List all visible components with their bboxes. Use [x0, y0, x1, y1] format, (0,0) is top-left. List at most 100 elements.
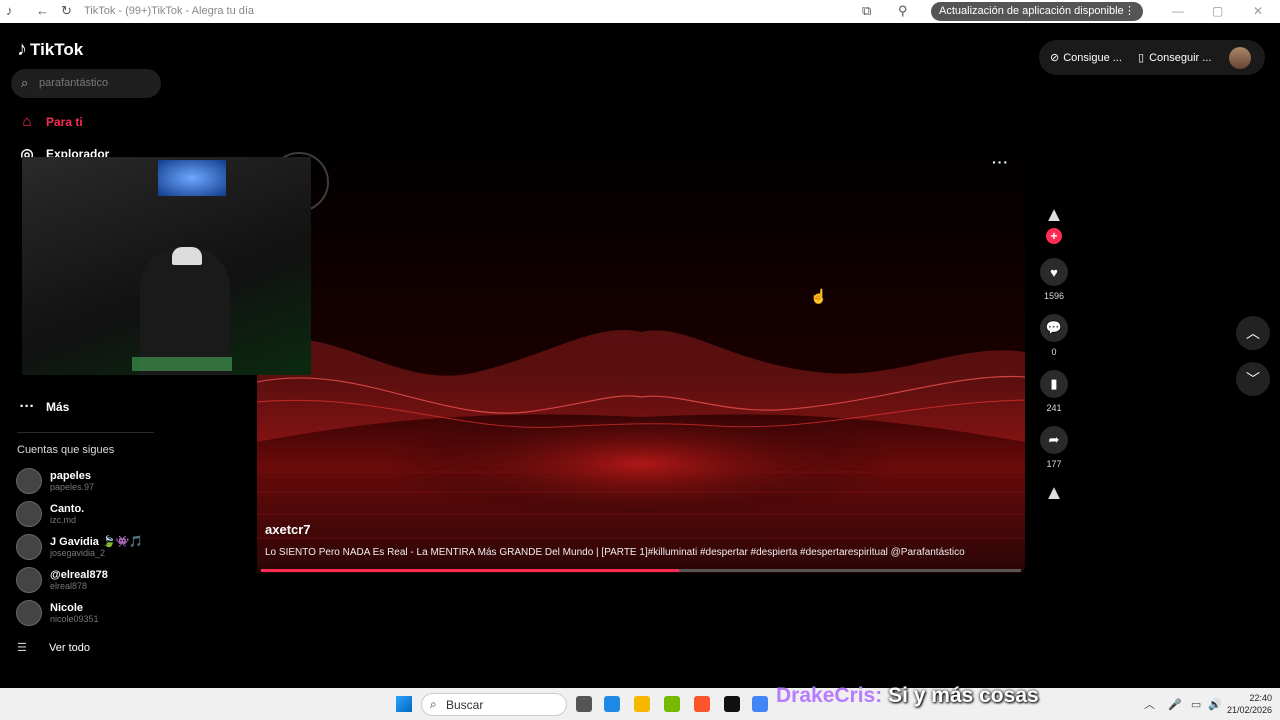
search-icon: ⌕ — [21, 75, 29, 90]
divider — [17, 432, 154, 433]
account-handle: elreal878 — [50, 580, 88, 591]
comment-icon[interactable]: 💬 — [1040, 314, 1068, 342]
hand-cursor-icon: ☝ — [810, 288, 828, 304]
get-coins-label: Consigue ... — [1063, 51, 1122, 64]
search-icon: ⌕ — [430, 697, 437, 711]
tiktok-note-icon: ♪ — [17, 38, 27, 60]
video-player[interactable]: ··· axetcr7 Lo SIENTO Pero NADA Es Real … — [257, 142, 1025, 573]
sound-disc-icon[interactable]: ▲ — [1041, 482, 1067, 505]
minimize-icon[interactable]: — — [1172, 4, 1184, 18]
brave-icon[interactable] — [694, 696, 710, 712]
bookmark-icon[interactable]: ▮ — [1040, 370, 1068, 398]
account-name: @elreal878 — [50, 568, 108, 581]
followed-account[interactable]: @elreal878 elreal878 — [16, 567, 108, 593]
tiktok-logo[interactable]: ♪ TikTok — [17, 38, 83, 61]
account-name: Nicole — [50, 601, 84, 614]
home-icon: ⌂ — [22, 113, 32, 130]
share-count: 177 — [1046, 459, 1062, 469]
webcam-overlay — [22, 157, 311, 375]
progress-fill — [261, 569, 679, 572]
nav-label: Para ti — [46, 114, 83, 129]
search-input[interactable]: ⌕ parafantástico — [11, 69, 161, 98]
window-titlebar: ♪ ← ↻ TikTok - (99+)TikTok - Alegra tu d… — [0, 0, 1280, 23]
phone-icon: ▯ — [1138, 52, 1145, 64]
get-app-button[interactable]: ▯ Conseguir ... — [1138, 51, 1212, 65]
menu-dots-icon: ⋮ — [1124, 5, 1135, 17]
system-tray[interactable]: ︿ 🎤 ▭ 🔊 — [1144, 696, 1222, 712]
video-author[interactable]: axetcr7 — [265, 522, 311, 537]
update-available-button[interactable]: Actualización de aplicación disponible ⋮ — [931, 2, 1143, 21]
followed-account[interactable]: Canto. izc.md — [16, 501, 84, 527]
account-handle: josegavidia_2 — [50, 547, 106, 558]
followed-account[interactable]: papeles papeles.97 — [16, 468, 94, 494]
update-label: Actualización de aplicación disponible — [939, 5, 1124, 17]
keyboard-in-cam — [132, 357, 232, 371]
reload-icon[interactable]: ↻ — [61, 3, 72, 19]
list-icon: ☰ — [17, 642, 27, 654]
more-options-icon[interactable]: ··· — [992, 154, 1009, 170]
store-icon[interactable] — [604, 696, 620, 712]
close-icon[interactable]: ✕ — [1253, 4, 1263, 18]
nav-label: Más — [46, 399, 70, 414]
taskbar-search-label: Buscar — [446, 698, 484, 712]
save-count: 241 — [1046, 403, 1062, 413]
network-icon[interactable]: ▭ — [1191, 699, 1201, 711]
tiktok-taskbar-icon[interactable] — [724, 696, 740, 712]
save-action[interactable]: ▮ 241 — [1040, 370, 1068, 413]
folder-icon[interactable] — [634, 696, 650, 712]
avatar — [16, 534, 42, 560]
following-title: Cuentas que sigues — [17, 444, 115, 456]
account-handle: nicole09351 — [50, 613, 99, 624]
see-all-button[interactable]: ☰ Ver todo — [17, 641, 90, 655]
mic-icon[interactable]: 🎤 — [1168, 699, 1182, 711]
share-icon[interactable]: ➦ — [1040, 426, 1068, 454]
avatar — [16, 501, 42, 527]
zoom-icon[interactable]: ⚲ — [898, 3, 908, 19]
video-progress-bar[interactable] — [261, 569, 1021, 572]
translate-icon[interactable]: ⧉ — [862, 3, 871, 19]
window-title: TikTok - (99+)TikTok - Alegra tu día — [84, 5, 255, 17]
follow-plus-button[interactable]: + — [1046, 228, 1062, 244]
account-handle: papeles.97 — [50, 481, 95, 492]
video-description: Lo SIENTO Pero NADA Es Real - La MENTIRA… — [265, 547, 965, 558]
streamer — [140, 247, 230, 375]
chevron-up-icon[interactable]: ︿ — [1144, 699, 1155, 711]
tiktok-app-icon: ♪ — [6, 3, 13, 18]
share-action[interactable]: ➦ 177 — [1040, 426, 1068, 469]
header-actions: ⊘ Consigue ... ▯ Conseguir ... — [1039, 40, 1265, 75]
account-name: Canto. — [50, 502, 85, 515]
logo-text: TikTok — [30, 39, 84, 59]
creator-avatar[interactable]: ▲ — [1041, 204, 1067, 227]
back-icon[interactable]: ← — [36, 3, 49, 18]
like-action[interactable]: ♥ 1596 — [1040, 258, 1068, 301]
chat-username: DrakeCris: — [776, 684, 883, 707]
nvidia-icon[interactable] — [664, 696, 680, 712]
account-handle: izc.md — [50, 514, 77, 525]
maximize-icon[interactable]: ▢ — [1212, 4, 1223, 18]
chevron-up-icon[interactable]: ︿ — [1236, 316, 1270, 350]
get-app-label: Conseguir ... — [1149, 51, 1212, 64]
system-clock[interactable]: 22:40 21/02/2026 — [1224, 692, 1272, 716]
avatar — [16, 567, 42, 593]
task-view-icon[interactable] — [576, 696, 592, 712]
followed-account[interactable]: Nicole nicole09351 — [16, 600, 99, 626]
windows-start-icon[interactable] — [396, 696, 412, 712]
heart-icon[interactable]: ♥ — [1040, 258, 1068, 286]
user-avatar[interactable] — [1229, 47, 1251, 69]
volume-icon[interactable]: 🔊 — [1208, 699, 1222, 711]
chrome-icon[interactable] — [752, 696, 768, 712]
chat-message: Si y más cosas — [888, 684, 1039, 707]
clock-date: 21/02/2026 — [1226, 705, 1272, 715]
comment-count: 0 — [1051, 347, 1057, 357]
monitor-in-cam — [158, 160, 226, 196]
avatar — [16, 600, 42, 626]
account-name: papeles — [50, 469, 91, 482]
comment-action[interactable]: 💬 0 — [1040, 314, 1068, 357]
get-coins-button[interactable]: ⊘ Consigue ... — [1050, 51, 1122, 65]
stream-chat-overlay: DrakeCris: Si y más cosas — [776, 684, 1039, 708]
chevron-down-icon[interactable]: ﹀ — [1236, 362, 1270, 396]
taskbar-search[interactable]: ⌕ Buscar — [421, 693, 567, 716]
nav-item-more[interactable]: ··· Más — [17, 398, 70, 415]
nav-item-for-you[interactable]: ⌂ Para ti — [17, 113, 83, 130]
followed-account[interactable]: J Gavidia 🍃👾🎵 josegavidia_2 — [16, 534, 143, 560]
